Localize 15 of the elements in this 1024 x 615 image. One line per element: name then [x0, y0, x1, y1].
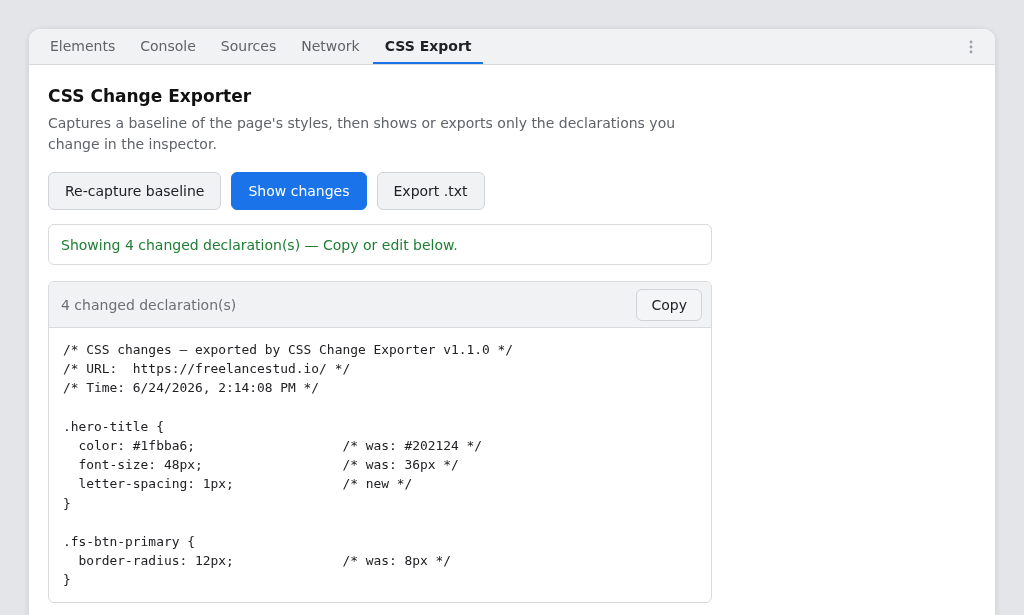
tab[interactable]: Console — [128, 29, 208, 64]
action-button[interactable]: Show changes — [231, 172, 367, 210]
tab[interactable]: CSS Export — [372, 29, 484, 64]
status-message: Showing 4 changed declaration(s) — Copy or edit below. — [48, 224, 712, 265]
tab[interactable]: Network — [289, 29, 372, 64]
tab[interactable]: Sources — [208, 29, 289, 64]
tab[interactable]: Elements — [38, 29, 128, 64]
declaration-count: 4 changed declaration(s) — [61, 296, 237, 313]
action-button[interactable]: Export .txt — [376, 172, 485, 210]
more-menu-icon[interactable] — [969, 39, 973, 54]
action-button[interactable]: Re-capture baseline — [48, 172, 222, 210]
copy-button[interactable]: Copy — [636, 288, 702, 321]
panel-title: CSS Change Exporter — [48, 85, 253, 107]
code-editor[interactable]: /* CSS changes — exported by CSS Change Exporter v1.1.0 */ /* URL: https://freelancestud.io/ */ /* Time: 6/24/2026, 2:14:08 PM */ .hero-title { color: #1fbba6; /* was: #202124 */ font-size: 48px; /* was: 36px */ letter-spacing: 1px; /* new */ } .fs-btn-primary { border-radius: 12px; /* was: 8px */ } — [49, 328, 711, 602]
panel-description: Captures a baseline of the page's styles, then shows or exports only the declarations you change in the inspector. — [48, 114, 677, 154]
